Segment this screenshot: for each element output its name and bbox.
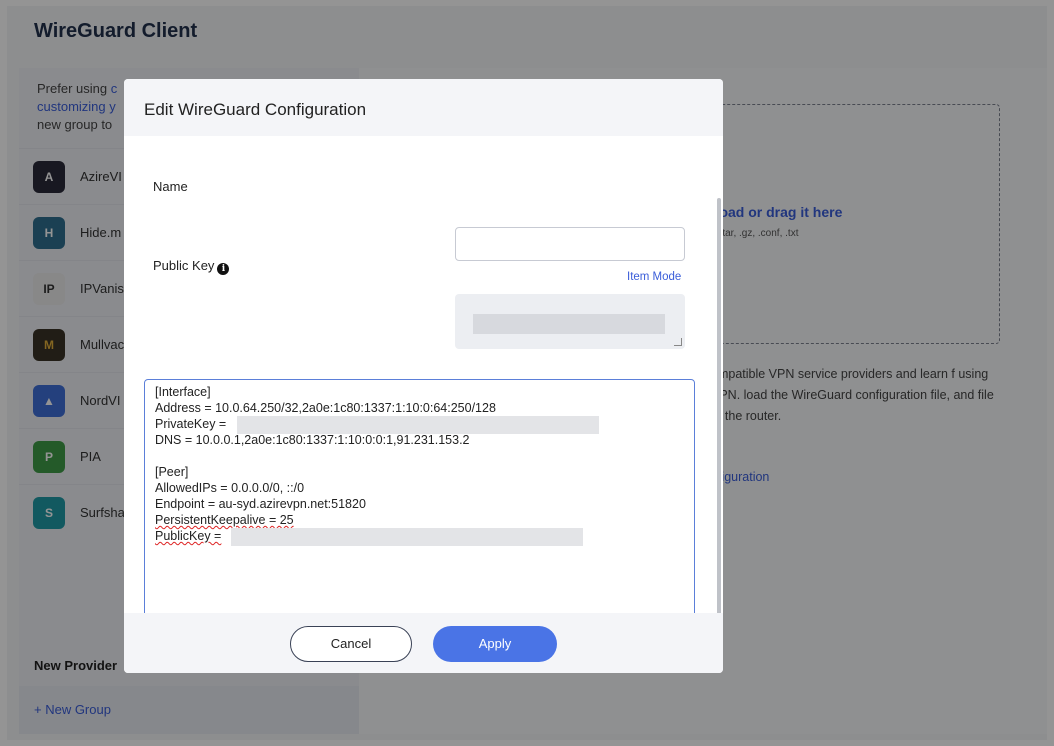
- config-line: Endpoint = au-syd.azirevpn.net:51820: [155, 497, 366, 511]
- config-line: AllowedIPs = 0.0.0.0/0, ::/0: [155, 481, 305, 495]
- redacted-peer-public-key: [231, 528, 583, 546]
- redacted-public-key: [473, 314, 665, 334]
- config-line: PersistentKeepalive = 25: [155, 513, 294, 527]
- modal-scrollbar[interactable]: [717, 198, 721, 644]
- redacted-private-key: [237, 416, 599, 434]
- public-key-field[interactable]: [455, 294, 685, 349]
- cancel-button[interactable]: Cancel: [290, 626, 412, 662]
- name-label: Name: [153, 179, 188, 194]
- config-line: [Interface]: [155, 385, 211, 399]
- config-line: PublicKey =: [155, 529, 222, 543]
- modal-title: Edit WireGuard Configuration: [124, 79, 723, 136]
- resize-grip-icon[interactable]: [674, 338, 682, 346]
- config-line: DNS = 10.0.0.1,2a0e:1c80:1337:1:10:0:0:1…: [155, 433, 470, 447]
- config-line: [Peer]: [155, 465, 189, 479]
- info-icon[interactable]: i: [217, 263, 230, 275]
- public-key-label-text: Public Key: [153, 258, 215, 273]
- item-mode-link[interactable]: Item Mode: [627, 271, 681, 283]
- public-key-label: Public Key i: [153, 258, 230, 275]
- config-line: Address = 10.0.64.250/32,2a0e:1c80:1337:…: [155, 401, 496, 415]
- apply-button[interactable]: Apply: [433, 626, 557, 662]
- config-line: PrivateKey =: [155, 417, 227, 431]
- name-input[interactable]: [455, 227, 685, 261]
- modal-body: Name Item Mode Public Key i [Interface] A…: [124, 136, 723, 673]
- edit-config-modal: Edit WireGuard Configuration Name Item M…: [124, 79, 723, 673]
- modal-footer: Cancel Apply: [124, 613, 723, 673]
